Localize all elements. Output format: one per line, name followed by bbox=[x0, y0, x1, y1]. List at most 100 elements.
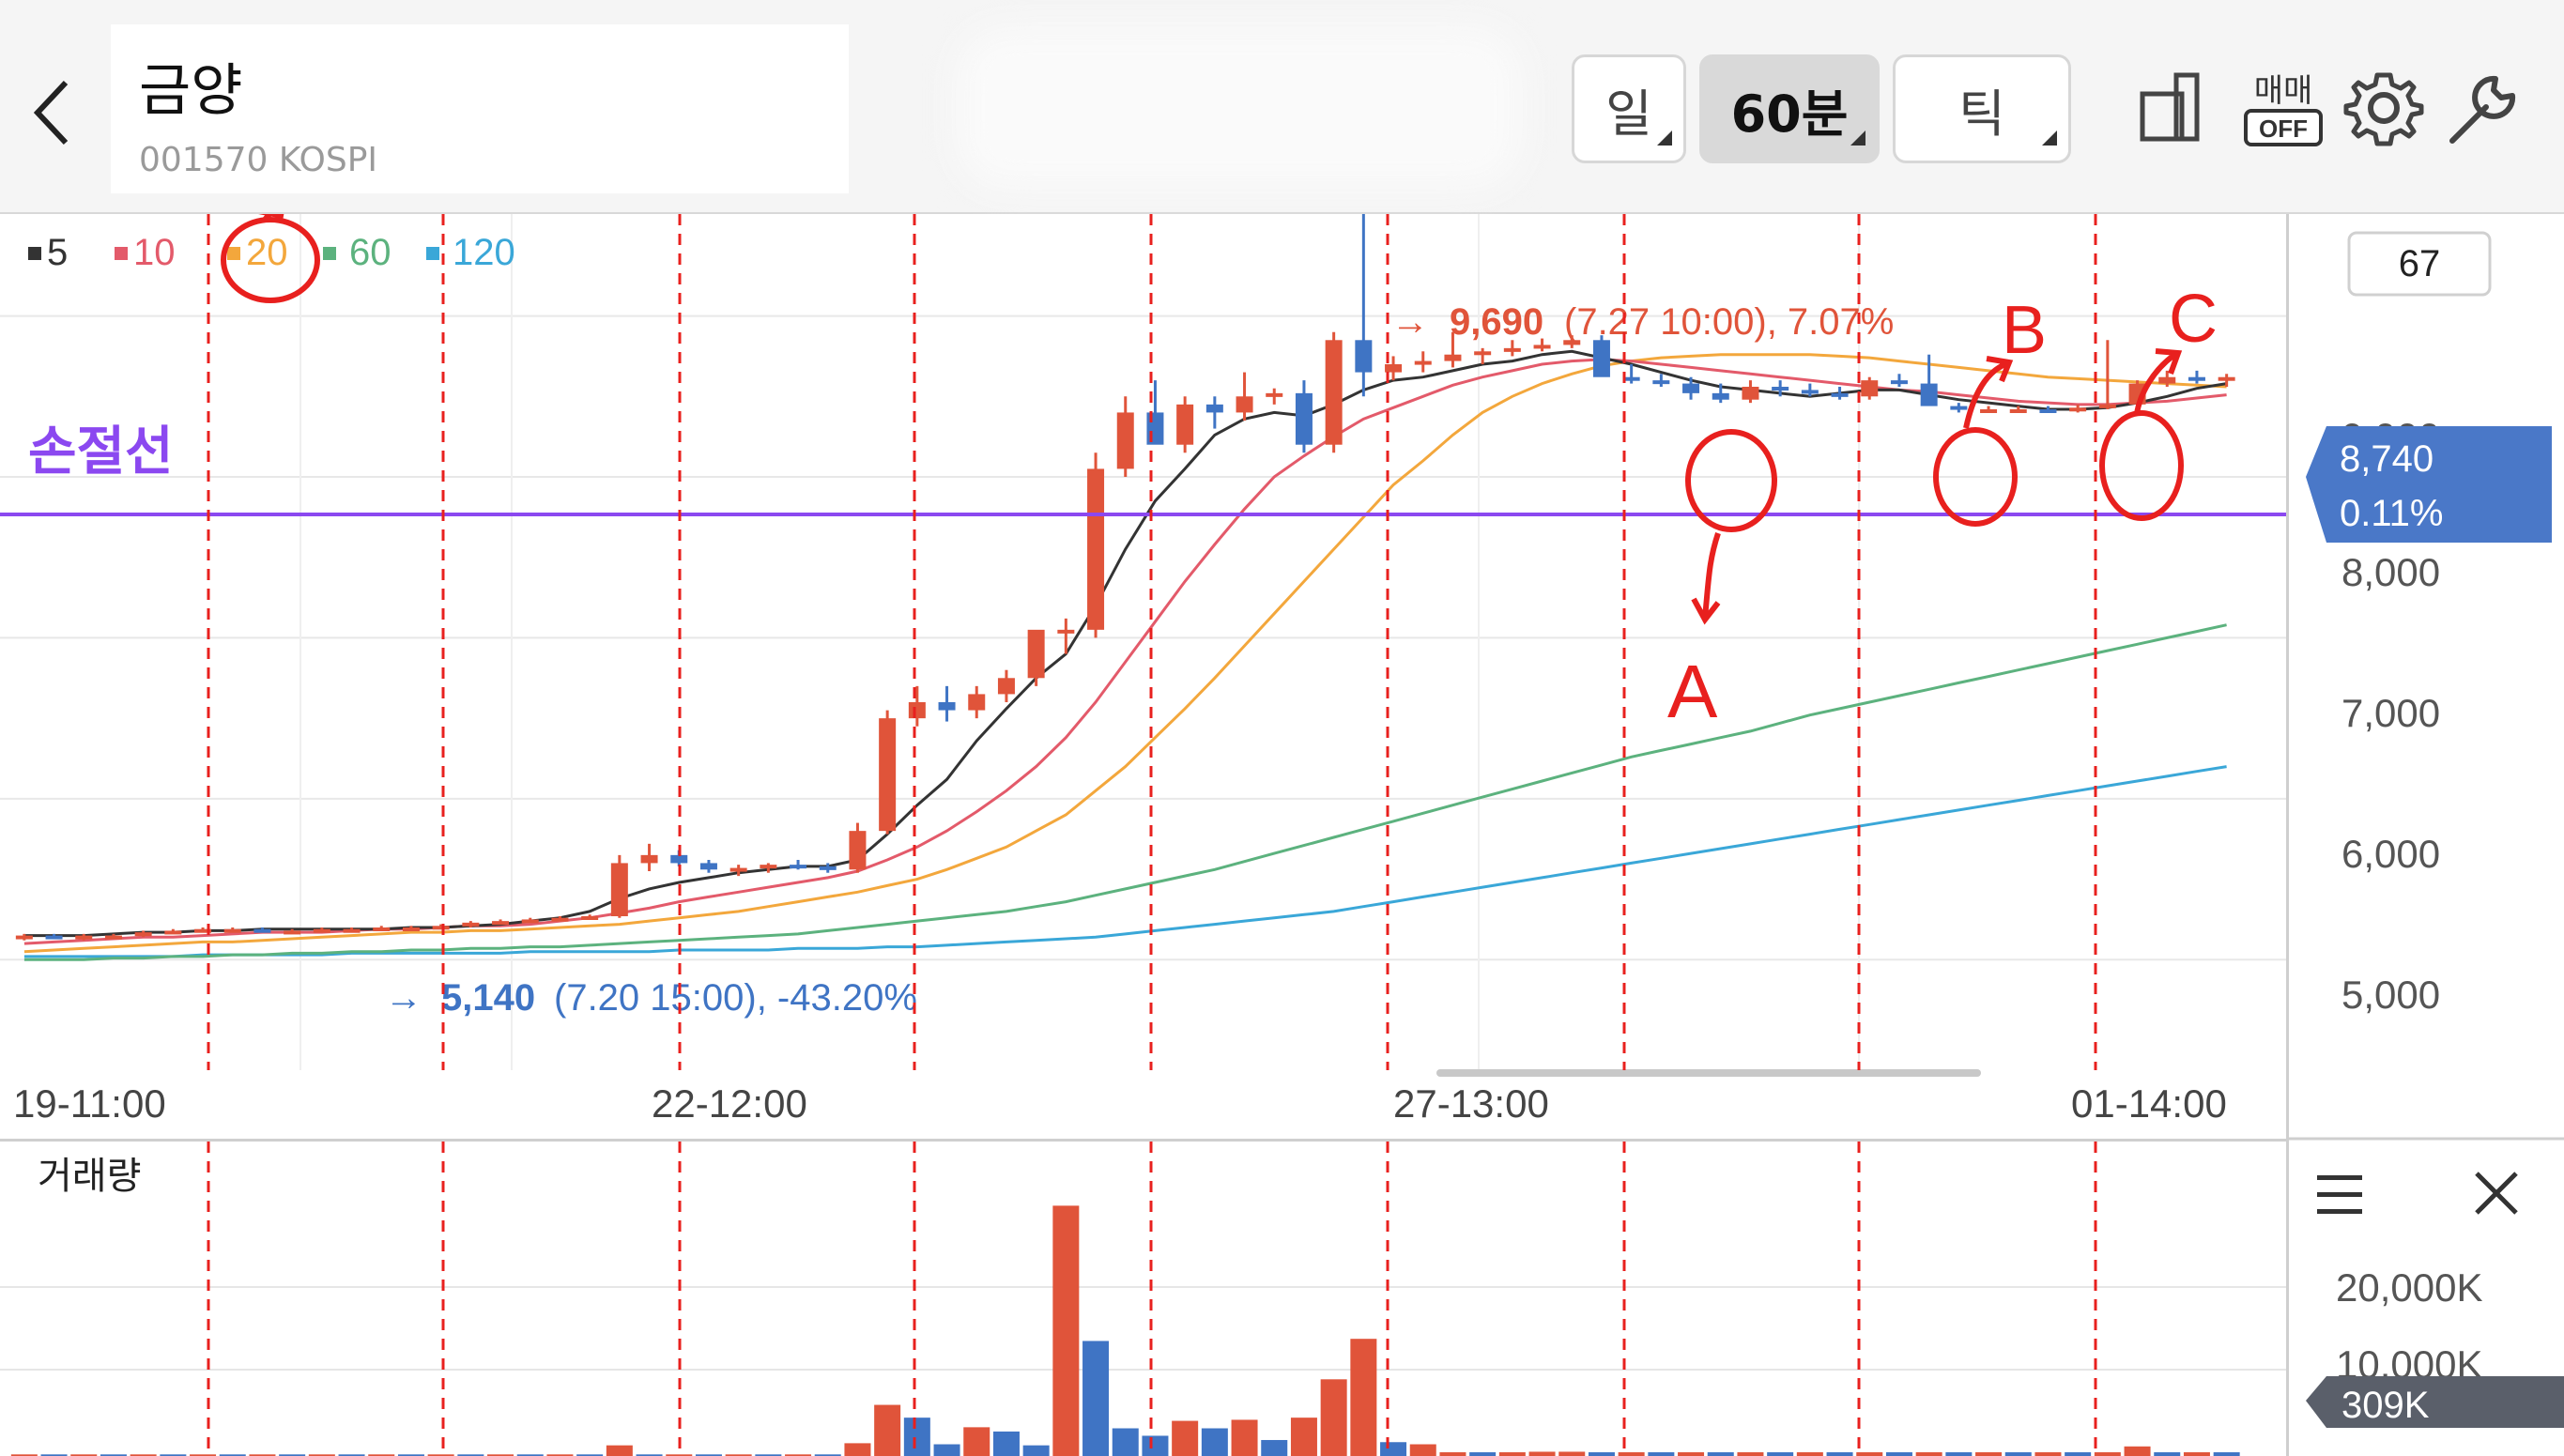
layout-icon[interactable] bbox=[2131, 66, 2216, 150]
candle-body bbox=[1205, 404, 1223, 413]
price-tick: 8,000 bbox=[2341, 550, 2440, 594]
price-chart[interactable]: 5 10 20 60 120 → 9,690 (7.27 10:00), 7.0… bbox=[0, 203, 2286, 1139]
legend-swatch-20 bbox=[227, 247, 240, 260]
volume-tick: 20,000K bbox=[2336, 1265, 2482, 1310]
legend-swatch-120 bbox=[426, 247, 439, 260]
candle-body bbox=[1236, 396, 1253, 413]
candle-body bbox=[1861, 380, 1879, 397]
volume-bar bbox=[1201, 1428, 1228, 1456]
candle-body bbox=[1920, 383, 1938, 406]
legend-label-10: 10 bbox=[133, 232, 176, 273]
volume-bar bbox=[1885, 1452, 1912, 1456]
stock-code: 001570 KOSPI bbox=[139, 141, 378, 179]
trade-toggle[interactable]: 매매 OFF bbox=[2236, 66, 2330, 150]
horizontal-scrollbar[interactable] bbox=[1436, 1069, 1981, 1077]
volume-bar bbox=[1618, 1452, 1645, 1456]
volume-bar bbox=[1320, 1379, 1347, 1456]
candle-body bbox=[610, 863, 628, 916]
period-day-button[interactable]: 일 bbox=[1572, 54, 1686, 163]
volume-bar bbox=[2065, 1452, 2092, 1456]
candle-body bbox=[640, 854, 658, 864]
volume-title: 거래량 bbox=[38, 1156, 141, 1197]
candle-body bbox=[1385, 364, 1403, 373]
trade-toggle-state: OFF bbox=[2259, 115, 2308, 143]
time-label: 19-11:00 bbox=[13, 1081, 166, 1126]
stock-title-box[interactable]: 금양 001570 KOSPI bbox=[111, 24, 849, 193]
candle-body bbox=[2009, 409, 2027, 413]
candle-body bbox=[1325, 340, 1343, 445]
candle-body bbox=[1176, 404, 1194, 445]
candle-body bbox=[521, 919, 539, 924]
current-change: 0.11% bbox=[2340, 493, 2443, 534]
volume-bar bbox=[1826, 1452, 1853, 1456]
stop-loss-label: 손절선 bbox=[28, 421, 174, 481]
candle-body bbox=[1057, 629, 1075, 634]
volume-bar bbox=[1380, 1442, 1407, 1456]
candle-body bbox=[164, 930, 182, 935]
menu-icon[interactable] bbox=[2317, 1175, 2362, 1214]
volume-bar bbox=[606, 1445, 633, 1456]
candle-body bbox=[313, 928, 330, 933]
ma60-line bbox=[23, 623, 2227, 961]
current-price: 8,740 bbox=[2340, 438, 2433, 480]
candle-body bbox=[790, 865, 807, 869]
candle-body bbox=[402, 927, 420, 931]
candle-body bbox=[1503, 347, 1521, 352]
volume-bar bbox=[933, 1444, 960, 1456]
volume-bar bbox=[874, 1404, 901, 1456]
candle-body bbox=[1444, 354, 1462, 361]
gear-icon[interactable] bbox=[2341, 66, 2426, 150]
volume-bar bbox=[1261, 1439, 1288, 1456]
volume-bar bbox=[1648, 1452, 1675, 1456]
candle-body bbox=[581, 916, 599, 920]
candle-body bbox=[1801, 390, 1819, 394]
volume-bar bbox=[1022, 1445, 1050, 1456]
volume-bar bbox=[1975, 1452, 2003, 1456]
candle-body bbox=[1266, 392, 1283, 397]
candle-body bbox=[1772, 387, 1789, 391]
current-volume: 309K bbox=[2341, 1385, 2430, 1426]
volume-bar bbox=[2004, 1452, 2032, 1456]
price-tick: 5,000 bbox=[2341, 973, 2440, 1017]
candle-body bbox=[45, 935, 63, 940]
volume-bar bbox=[1469, 1452, 1497, 1456]
candle-body bbox=[1950, 406, 1968, 410]
volume-bar bbox=[1439, 1452, 1466, 1456]
volume-bar bbox=[1350, 1339, 1377, 1456]
candle-body bbox=[1890, 380, 1908, 385]
back-icon[interactable] bbox=[26, 75, 83, 150]
period-60min-button[interactable]: 60분 bbox=[1699, 54, 1880, 163]
marker-c: C bbox=[2169, 282, 2218, 357]
volume-bar bbox=[1172, 1420, 1199, 1456]
candle-body bbox=[1355, 340, 1373, 373]
candle-body bbox=[223, 928, 241, 933]
candle-body bbox=[284, 930, 301, 935]
period-tick-label: 틱 bbox=[1958, 84, 2005, 144]
trade-toggle-label: 매매 bbox=[2254, 73, 2313, 109]
candle-body bbox=[760, 865, 777, 869]
candle-body bbox=[492, 921, 510, 926]
candle-body bbox=[75, 935, 93, 940]
candle-body bbox=[134, 932, 152, 937]
candle-body bbox=[2158, 376, 2176, 384]
legend-label-60: 60 bbox=[349, 232, 392, 273]
candle-body bbox=[432, 926, 450, 930]
app-screen: 금양 001570 KOSPI 일 60분 틱 매매 OFF 5 10 20 6… bbox=[0, 0, 2564, 1456]
volume-chart[interactable]: 거래량 bbox=[0, 1139, 2286, 1456]
volume-bar bbox=[992, 1431, 1020, 1456]
candle-body bbox=[343, 928, 361, 933]
time-label: 01-14:00 bbox=[2071, 1081, 2227, 1126]
wrench-icon[interactable] bbox=[2441, 66, 2526, 150]
volume-bar bbox=[1409, 1444, 1436, 1456]
close-icon[interactable] bbox=[2475, 1172, 2518, 1215]
candle-body bbox=[1116, 412, 1134, 469]
candle-body bbox=[2098, 404, 2116, 408]
candle-body bbox=[2218, 376, 2235, 381]
period-tick-button[interactable]: 틱 bbox=[1893, 54, 2071, 163]
candle-body bbox=[2069, 407, 2087, 412]
blurred-region bbox=[958, 28, 1521, 188]
price-axis: 67 9,000 8,000 7,000 6,000 5,000 8,740 0… bbox=[2286, 214, 2564, 1456]
volume-chart-svg: 거래량 bbox=[0, 1142, 2286, 1456]
candle-body bbox=[879, 718, 897, 832]
candle-body bbox=[1295, 392, 1313, 445]
